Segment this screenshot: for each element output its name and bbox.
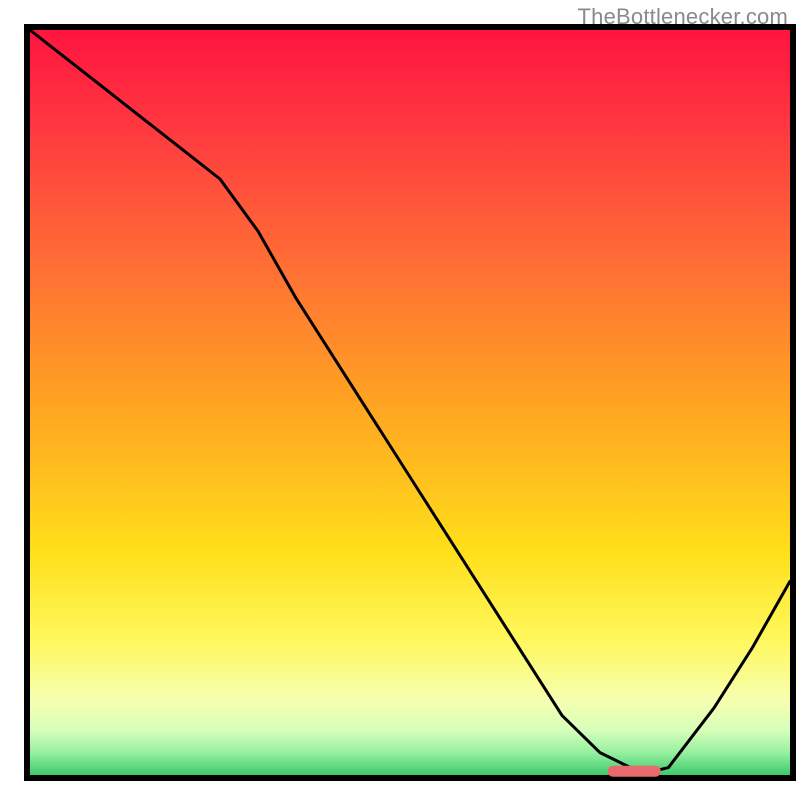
bottleneck-chart: [0, 0, 800, 800]
optimal-range-marker: [608, 766, 661, 777]
gradient-background: [30, 30, 790, 775]
